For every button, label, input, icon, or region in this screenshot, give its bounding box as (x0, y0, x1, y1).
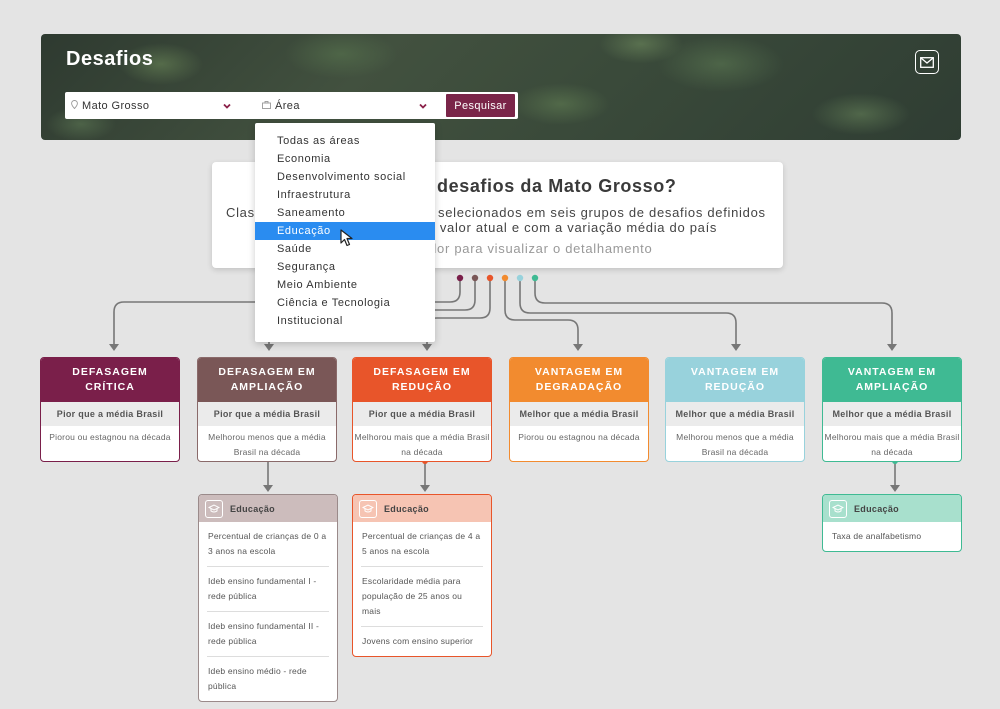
dropdown-option[interactable]: Meio Ambiente (255, 276, 435, 294)
indicator-area-label: Educação (230, 503, 275, 514)
category-dot[interactable] (516, 274, 524, 282)
category-title: VANTAGEM EM DEGRADAÇÃO (510, 358, 648, 402)
dropdown-option[interactable]: Desenvolvimento social (255, 168, 435, 186)
category-comparison: Melhor que a média Brasil (666, 402, 804, 426)
category-description: Melhorou mais que a média Brasil na déca… (824, 432, 960, 457)
category-description: Piorou ou estagnou na década (518, 432, 640, 442)
category-comparison: Pior que a média Brasil (353, 402, 491, 426)
indicator-item[interactable]: Taxa de analfabetismo (831, 522, 953, 551)
indicator-item[interactable]: Percentual de crianças de 0 a 3 anos na … (207, 522, 329, 567)
category-card[interactable]: DEFASAGEM CRÍTICA Pior que a média Brasil… (40, 357, 180, 462)
dropdown-option[interactable]: Infraestrutura (255, 186, 435, 204)
category-dot[interactable] (471, 274, 479, 282)
indicator-area-label: Educação (384, 503, 429, 514)
category-description: Melhorou menos que a média Brasil na déc… (676, 432, 794, 457)
indicator-card: Educação Taxa de analfabetismo (822, 494, 962, 552)
category-dot[interactable] (456, 274, 464, 282)
indicator-item[interactable]: Ideb ensino fundamental I - rede pública (207, 567, 329, 612)
dropdown-option[interactable]: Saneamento (255, 204, 435, 222)
connector-lines (109, 274, 900, 492)
graduation-cap-icon (829, 499, 847, 518)
category-dot[interactable] (531, 274, 539, 282)
category-comparison: Pior que a média Brasil (41, 402, 179, 426)
dropdown-option[interactable]: Segurança (255, 258, 435, 276)
indicator-item[interactable]: Ideb ensino médio - rede pública (207, 657, 329, 701)
dropdown-option[interactable]: Institucional (255, 312, 435, 330)
indicator-item[interactable]: Escolaridade média para população de 25 … (361, 567, 483, 627)
category-title: VANTAGEM EM REDUÇÃO (666, 358, 804, 402)
category-card[interactable]: VANTAGEM EM DEGRADAÇÃO Melhor que a média… (509, 357, 649, 462)
category-description: Melhorou menos que a média Brasil na déc… (208, 432, 326, 457)
category-description: Melhorou mais que a média Brasil na déca… (354, 432, 490, 457)
category-dot[interactable] (501, 274, 509, 282)
category-title: DEFASAGEM EM AMPLIAÇÃO (198, 358, 336, 402)
indicator-area-header: Educação (199, 495, 337, 522)
indicator-card: Educação Percentual de crianças de 4 a 5 … (352, 494, 492, 657)
indicator-item[interactable]: Ideb ensino fundamental II - rede públic… (207, 612, 329, 657)
category-comparison: Melhor que a média Brasil (510, 402, 648, 426)
graduation-cap-icon (359, 499, 377, 518)
category-card[interactable]: DEFASAGEM EM REDUÇÃO Pior que a média Bra… (352, 357, 492, 462)
category-title: VANTAGEM EM AMPLIAÇÃO (823, 358, 961, 402)
category-card[interactable]: DEFASAGEM EM AMPLIAÇÃO Pior que a média B… (197, 357, 337, 462)
category-comparison: Melhor que a média Brasil (823, 402, 961, 426)
category-comparison: Pior que a média Brasil (198, 402, 336, 426)
dropdown-option[interactable]: Todas as áreas (255, 132, 435, 150)
category-card[interactable]: VANTAGEM EM REDUÇÃO Melhor que a média Br… (665, 357, 805, 462)
mouse-cursor-icon (340, 229, 353, 247)
dropdown-option[interactable]: Ciência e Tecnologia (255, 294, 435, 312)
dropdown-option[interactable]: Economia (255, 150, 435, 168)
category-dot[interactable] (486, 274, 494, 282)
graduation-cap-icon (205, 499, 223, 518)
indicator-item[interactable]: Percentual de crianças de 4 a 5 anos na … (361, 522, 483, 567)
indicator-item[interactable]: Jovens com ensino superior (361, 627, 483, 656)
indicator-area-header: Educação (823, 495, 961, 522)
indicator-area-label: Educação (854, 503, 899, 514)
category-card[interactable]: VANTAGEM EM AMPLIAÇÃO Melhor que a média … (822, 357, 962, 462)
indicator-card: Educação Percentual de crianças de 0 a 3 … (198, 494, 338, 702)
indicator-area-header: Educação (353, 495, 491, 522)
category-title: DEFASAGEM EM REDUÇÃO (353, 358, 491, 402)
category-description: Piorou ou estagnou na década (49, 432, 171, 442)
category-title: DEFASAGEM CRÍTICA (41, 358, 179, 402)
